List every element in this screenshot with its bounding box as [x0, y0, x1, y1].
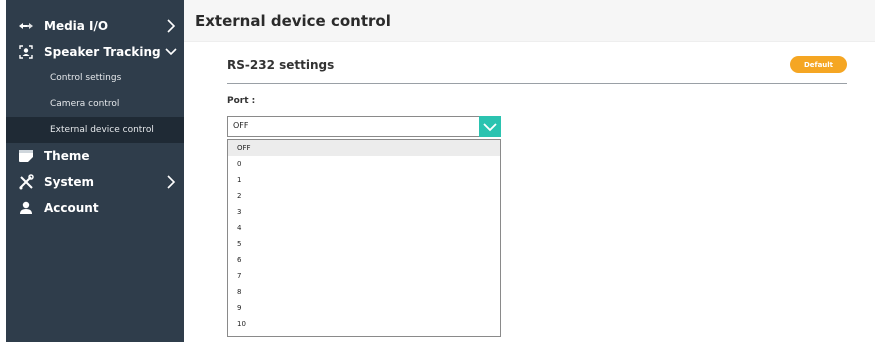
- theme-icon: [16, 148, 36, 164]
- header-bar: External device control: [184, 0, 875, 42]
- sidebar-item-speaker-tracking[interactable]: Speaker Tracking: [6, 39, 184, 65]
- port-option[interactable]: 5: [228, 236, 500, 252]
- main-content: External device control RS-232 settings …: [184, 0, 875, 342]
- sidebar-item-label: Theme: [44, 149, 90, 163]
- port-select[interactable]: OFF: [227, 116, 501, 137]
- port-label: Port :: [227, 96, 256, 106]
- chevron-down-icon: [164, 44, 178, 60]
- port-option[interactable]: 7: [228, 268, 500, 284]
- sidebar-subitem-camera-control[interactable]: Camera control: [6, 91, 184, 117]
- page-title: External device control: [195, 11, 391, 30]
- port-select-value: OFF: [233, 121, 249, 130]
- user-icon: [16, 200, 36, 216]
- port-option[interactable]: 4: [228, 220, 500, 236]
- port-option[interactable]: 8: [228, 284, 500, 300]
- section-title: RS-232 settings: [227, 58, 335, 72]
- port-option[interactable]: 2: [228, 188, 500, 204]
- speaker-tracking-icon: [16, 44, 36, 60]
- sidebar-subitem-control-settings[interactable]: Control settings: [6, 65, 184, 91]
- port-option[interactable]: 10: [228, 316, 500, 332]
- media-io-icon: [16, 18, 36, 34]
- sidebar-item-label: Account: [44, 201, 99, 215]
- chevron-right-icon: [164, 18, 178, 34]
- sidebar-subitem-external-device-control[interactable]: External device control: [6, 117, 184, 143]
- rs232-section-header: RS-232 settings Default: [227, 54, 847, 84]
- chevron-down-icon[interactable]: [479, 116, 501, 137]
- sidebar-item-label: Media I/O: [44, 19, 109, 33]
- sidebar-item-theme[interactable]: Theme: [6, 143, 184, 169]
- sidebar: Media I/O Speaker Tracking Control setti…: [6, 0, 184, 342]
- port-option[interactable]: OFF: [228, 140, 500, 156]
- port-option[interactable]: 0: [228, 156, 500, 172]
- port-option[interactable]: 1: [228, 172, 500, 188]
- sidebar-item-label: System: [44, 175, 94, 189]
- sidebar-item-media-io[interactable]: Media I/O: [6, 13, 184, 39]
- system-tools-icon: [16, 174, 36, 190]
- sidebar-item-label: Speaker Tracking: [44, 45, 161, 59]
- port-dropdown-list: OFF 0 1 2 3 4 5 6 7 8 9 10: [227, 139, 501, 337]
- default-button[interactable]: Default: [790, 56, 847, 73]
- port-option[interactable]: 3: [228, 204, 500, 220]
- port-option[interactable]: 9: [228, 300, 500, 316]
- sidebar-item-system[interactable]: System: [6, 169, 184, 195]
- chevron-right-icon: [164, 174, 178, 190]
- sidebar-item-account[interactable]: Account: [6, 195, 184, 221]
- port-option[interactable]: 6: [228, 252, 500, 268]
